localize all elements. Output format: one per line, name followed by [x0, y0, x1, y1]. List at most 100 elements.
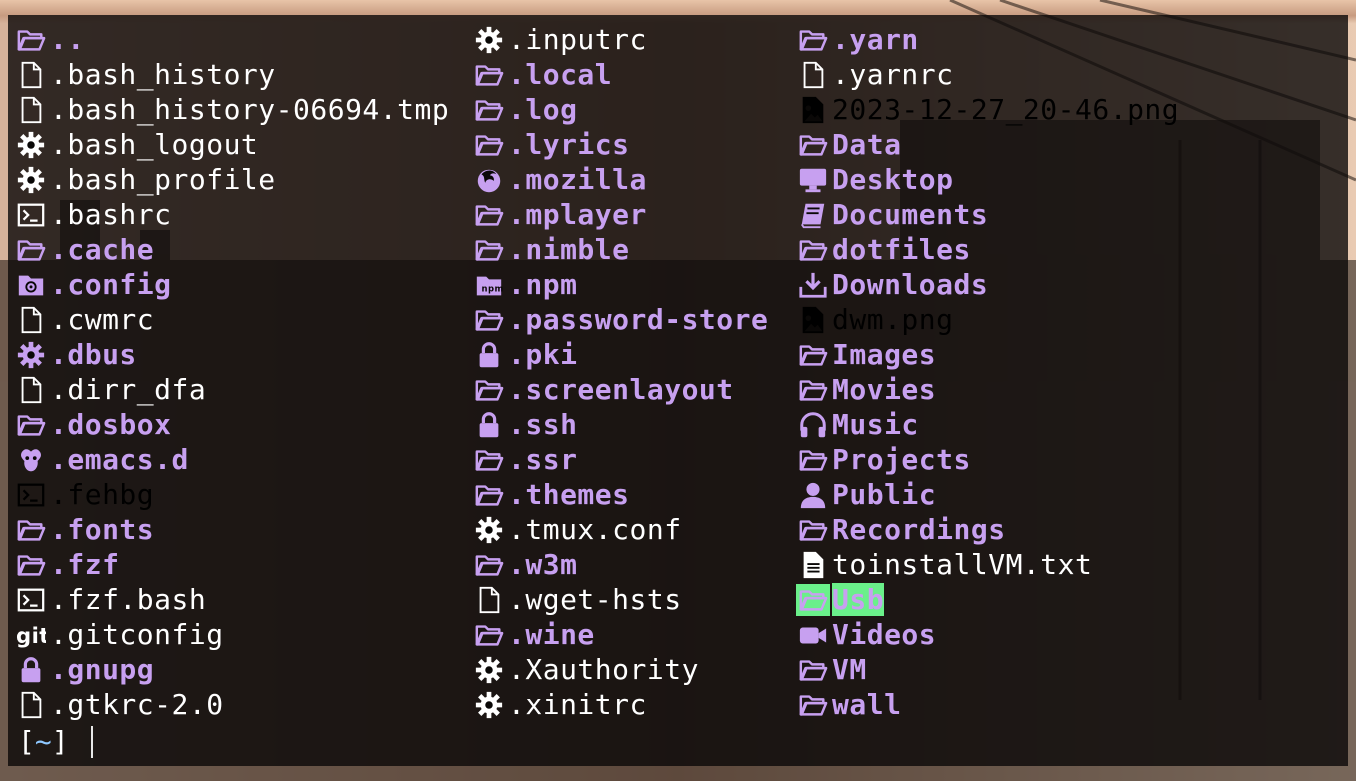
entry-dbus[interactable]: .dbus: [14, 337, 449, 372]
entry-movies[interactable]: Movies: [796, 372, 1179, 407]
entry-name: .gnupg: [50, 653, 155, 686]
entry-name: .yarn: [832, 23, 919, 56]
entry-vm[interactable]: VM: [796, 652, 1179, 687]
folder-open-icon: [472, 234, 506, 266]
entry-config[interactable]: .config: [14, 267, 449, 302]
entry-password-store[interactable]: .password-store: [472, 302, 768, 337]
entry-2023-12-27-20-46-png[interactable]: 2023-12-27_20-46.png: [796, 92, 1179, 127]
gear-icon: [14, 129, 48, 161]
entry-yarnrc[interactable]: .yarnrc: [796, 57, 1179, 92]
entry-nimble[interactable]: .nimble: [472, 232, 768, 267]
entry-name: .fehbg: [50, 478, 155, 511]
entry-name: .w3m: [508, 548, 578, 581]
entry-name: .wine: [508, 618, 595, 651]
entry-ssh[interactable]: .ssh: [472, 407, 768, 442]
folder-open-icon: [472, 549, 506, 581]
entry-name: .bash_logout: [50, 128, 259, 161]
entry-yarn[interactable]: .yarn: [796, 22, 1179, 57]
entry-wine[interactable]: .wine: [472, 617, 768, 652]
entry-dwm-png[interactable]: dwm.png: [796, 302, 1179, 337]
entry-music[interactable]: Music: [796, 407, 1179, 442]
entry-wall[interactable]: wall: [796, 687, 1179, 722]
folder-open-icon: [472, 59, 506, 91]
entry-w3m[interactable]: .w3m: [472, 547, 768, 582]
entry-projects[interactable]: Projects: [796, 442, 1179, 477]
entry-ssr[interactable]: .ssr: [472, 442, 768, 477]
entry-desktop[interactable]: Desktop: [796, 162, 1179, 197]
entry-tmux-conf[interactable]: .tmux.conf: [472, 512, 768, 547]
entry-dirr-dfa[interactable]: .dirr_dfa: [14, 372, 449, 407]
entry-name: .screenlayout: [508, 373, 734, 406]
prompt-close-bracket: ]: [51, 725, 69, 758]
entry-lyrics[interactable]: .lyrics: [472, 127, 768, 162]
terminal-window[interactable]: .. .bash_history .bash_history-06694.tmp .b…: [8, 15, 1348, 766]
entry-bash-profile[interactable]: .bash_profile: [14, 162, 449, 197]
entry-wget-hsts[interactable]: .wget-hsts: [472, 582, 768, 617]
terminal-icon: [14, 584, 48, 616]
entry-mplayer[interactable]: .mplayer: [472, 197, 768, 232]
entry-fonts[interactable]: .fonts: [14, 512, 449, 547]
entry-xauthority[interactable]: .Xauthority: [472, 652, 768, 687]
entry-gnupg[interactable]: .gnupg: [14, 652, 449, 687]
entry-documents[interactable]: Documents: [796, 197, 1179, 232]
entry-usb[interactable]: Usb: [796, 582, 1179, 617]
folder-open-icon: [14, 409, 48, 441]
entry-dotfiles[interactable]: dotfiles: [796, 232, 1179, 267]
entry-emacs-d[interactable]: .emacs.d: [14, 442, 449, 477]
entry-screenlayout[interactable]: .screenlayout: [472, 372, 768, 407]
entry-name: .npm: [508, 268, 578, 301]
folder-open-icon: [472, 304, 506, 336]
entry-public[interactable]: Public: [796, 477, 1179, 512]
entry-name: toinstallVM.txt: [832, 548, 1093, 581]
entry-inputrc[interactable]: .inputrc: [472, 22, 768, 57]
entry-dosbox[interactable]: .dosbox: [14, 407, 449, 442]
entry-images[interactable]: Images: [796, 337, 1179, 372]
entry-fzf-bash[interactable]: .fzf.bash: [14, 582, 449, 617]
entry-name: Downloads: [832, 268, 989, 301]
entry-npm[interactable]: npm .npm: [472, 267, 768, 302]
folder-open-icon: [472, 94, 506, 126]
entry-xinitrc[interactable]: .xinitrc: [472, 687, 768, 722]
entry-bash-history[interactable]: .bash_history: [14, 57, 449, 92]
entry-name: Usb: [832, 583, 885, 616]
headphones-icon: [796, 409, 830, 441]
entry-toinstallvm-txt[interactable]: toinstallVM.txt: [796, 547, 1179, 582]
folder-open-icon: [796, 689, 830, 721]
shell-prompt[interactable]: [~]: [18, 725, 93, 758]
entry-name: .emacs.d: [50, 443, 189, 476]
entry-name: .fzf: [50, 548, 120, 581]
entry-name: .yarnrc: [832, 58, 954, 91]
entry-local[interactable]: .local: [472, 57, 768, 92]
entry-recordings[interactable]: Recordings: [796, 512, 1179, 547]
file-icon: [14, 94, 48, 126]
folder-open-icon: [472, 129, 506, 161]
entry-bashrc[interactable]: .bashrc: [14, 197, 449, 232]
entry-fzf[interactable]: .fzf: [14, 547, 449, 582]
listing-column-3: .yarn .yarnrc 2023-12-27_20-46.png Data Desk…: [796, 22, 1179, 722]
entry-name: .ssh: [508, 408, 578, 441]
entry-data[interactable]: Data: [796, 127, 1179, 162]
download-icon: [796, 269, 830, 301]
entry-parent[interactable]: ..: [14, 22, 449, 57]
entry-bash-history-06694-tmp[interactable]: .bash_history-06694.tmp: [14, 92, 449, 127]
entry-name: Movies: [832, 373, 937, 406]
text-cursor: [90, 725, 93, 758]
listing-column-2: .inputrc .local .log .lyrics .mozilla .mplaye…: [472, 22, 768, 722]
entry-themes[interactable]: .themes: [472, 477, 768, 512]
entry-videos[interactable]: Videos: [796, 617, 1179, 652]
entry-cwmrc[interactable]: .cwmrc: [14, 302, 449, 337]
entry-name: .mplayer: [508, 198, 647, 231]
entry-bash-logout[interactable]: .bash_logout: [14, 127, 449, 162]
folder-open-icon: [472, 374, 506, 406]
entry-downloads[interactable]: Downloads: [796, 267, 1179, 302]
gear-icon: [14, 339, 48, 371]
entry-pki[interactable]: .pki: [472, 337, 768, 372]
entry-cache[interactable]: .cache: [14, 232, 449, 267]
entry-name: .themes: [508, 478, 630, 511]
entry-mozilla[interactable]: .mozilla: [472, 162, 768, 197]
entry-gitconfig[interactable]: git.gitconfig: [14, 617, 449, 652]
entry-log[interactable]: .log: [472, 92, 768, 127]
entry-gtkrc-2-0[interactable]: .gtkrc-2.0: [14, 687, 449, 722]
image-icon: [796, 94, 830, 126]
entry-fehbg[interactable]: .fehbg: [14, 477, 449, 512]
